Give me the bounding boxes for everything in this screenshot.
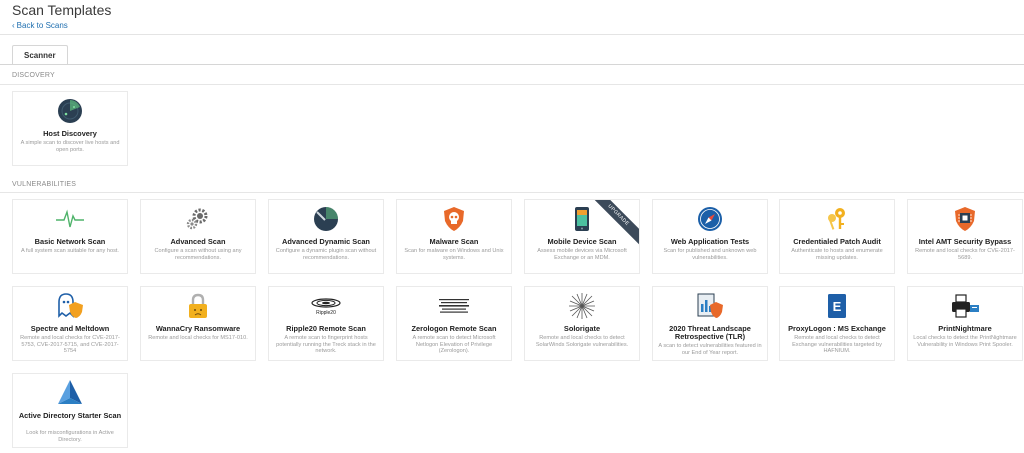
card-description: Assess mobile devices via Microsoft Exch… bbox=[537, 248, 627, 261]
section-title-vulnerabilities: VULNERABILITIES bbox=[12, 181, 77, 188]
exchange-logo-icon: E bbox=[780, 293, 894, 319]
card-title: 2020 Threat Landscape Retrospective (TLR… bbox=[669, 324, 751, 341]
card-description: Remote and local checks for MS17-010. bbox=[148, 335, 248, 341]
template-card-web-application-tests[interactable]: Web Application Tests Scan for published… bbox=[652, 199, 768, 274]
section-divider-vulnerabilities bbox=[0, 192, 1024, 193]
report-shield-icon bbox=[653, 293, 767, 319]
card-title: ProxyLogon : MS Exchange bbox=[788, 324, 886, 333]
skull-shield-icon bbox=[397, 206, 511, 232]
ripple20-logo-text: Ripple20 bbox=[316, 310, 336, 316]
template-card-mobile-device-scan[interactable]: UPGRADE Mobile Device Scan Assess mobile… bbox=[524, 199, 640, 274]
card-title: Advanced Dynamic Scan bbox=[282, 237, 370, 246]
dynamic-radar-icon bbox=[269, 206, 383, 232]
card-description: A full system scan suitable for any host… bbox=[21, 248, 119, 254]
card-title: Basic Network Scan bbox=[34, 237, 106, 246]
card-description: Remote and local checks for CVE-2017-568… bbox=[915, 248, 1015, 261]
back-to-scans-link[interactable]: ‹ Back to Scans bbox=[12, 21, 68, 30]
card-title: Host Discovery bbox=[43, 129, 97, 138]
template-card-2020-threat-landscape-retrospective[interactable]: 2020 Threat Landscape Retrospective (TLR… bbox=[652, 286, 768, 361]
template-card-ripple20-remote-scan[interactable]: Ripple20 Ripple20 Remote Scan A remote s… bbox=[268, 286, 384, 361]
tab-bar: Scanner bbox=[12, 45, 68, 65]
card-description: Remote and local checks for CVE-2017-575… bbox=[20, 335, 120, 355]
section-title-discovery: DISCOVERY bbox=[12, 72, 55, 79]
chevron-left-icon: ‹ bbox=[12, 21, 15, 30]
card-description: Authenticate to hosts and enumerate miss… bbox=[791, 248, 883, 261]
card-description: Configure a dynamic plugin scan without … bbox=[275, 248, 377, 261]
card-description: Local checks to detect the PrintNightmar… bbox=[913, 335, 1017, 348]
card-description: Remote and local checks to detect Exchan… bbox=[792, 335, 882, 355]
card-title: Spectre and Meltdown bbox=[30, 324, 110, 333]
template-card-malware-scan[interactable]: Malware Scan Scan for malware on Windows… bbox=[396, 199, 512, 274]
card-title: Ripple20 Remote Scan bbox=[286, 324, 366, 333]
template-card-advanced-dynamic-scan[interactable]: Advanced Dynamic Scan Configure a dynami… bbox=[268, 199, 384, 274]
pulse-icon bbox=[13, 206, 127, 232]
template-card-intel-amt-security-bypass[interactable]: Intel AMT Security Bypass Remote and loc… bbox=[907, 199, 1023, 274]
gears-icon bbox=[141, 206, 255, 232]
template-card-spectre-and-meltdown[interactable]: Spectre and Meltdown Remote and local ch… bbox=[12, 286, 128, 361]
smartphone-icon bbox=[525, 206, 639, 232]
exchange-logo-letter: E bbox=[833, 299, 842, 314]
ad-triangle-icon bbox=[13, 380, 127, 406]
chip-shield-icon bbox=[908, 206, 1022, 232]
template-card-host-discovery[interactable]: Host Discovery A simple scan to discover… bbox=[12, 91, 128, 166]
card-title: WannaCry Ransomware bbox=[155, 324, 241, 333]
card-description: A scan to detect vulnerabilities feature… bbox=[658, 343, 762, 356]
zerologon-logo-icon bbox=[397, 293, 511, 319]
page-title: Scan Templates bbox=[12, 2, 112, 18]
card-title: Credentialed Patch Audit bbox=[793, 237, 881, 246]
radar-icon bbox=[13, 98, 127, 124]
card-description: Scan for published and unknown web vulne… bbox=[663, 248, 757, 261]
card-title: Web Application Tests bbox=[670, 237, 750, 246]
card-description: A remote scan to detect Microsoft Netlog… bbox=[412, 335, 496, 355]
compass-icon bbox=[653, 206, 767, 232]
starburst-icon bbox=[525, 293, 639, 319]
template-card-active-directory-starter-scan[interactable]: Active Directory Starter Scan Look for m… bbox=[12, 373, 128, 448]
template-card-basic-network-scan[interactable]: Basic Network Scan A full system scan su… bbox=[12, 199, 128, 274]
template-card-proxylogon-ms-exchange[interactable]: E ProxyLogon : MS Exchange Remote and lo… bbox=[779, 286, 895, 361]
card-description: Look for misconfigurations in Active Dir… bbox=[26, 430, 114, 443]
card-title: PrintNightmare bbox=[938, 324, 992, 333]
back-link-label: Back to Scans bbox=[16, 21, 68, 30]
card-description: Scan for malware on Windows and Unix sys… bbox=[404, 248, 504, 261]
template-card-solorigate[interactable]: Solorigate Remote and local checks to de… bbox=[524, 286, 640, 361]
card-title: Solorigate bbox=[563, 324, 601, 333]
card-title: Advanced Scan bbox=[170, 237, 226, 246]
ripple20-logo-icon: Ripple20 bbox=[269, 293, 383, 319]
keys-icon bbox=[780, 206, 894, 232]
printer-icon bbox=[908, 293, 1022, 319]
template-card-zerologon-remote-scan[interactable]: Zerologon Remote Scan A remote scan to d… bbox=[396, 286, 512, 361]
card-title: Zerologon Remote Scan bbox=[411, 324, 497, 333]
tab-divider bbox=[0, 64, 1024, 65]
tab-scanner[interactable]: Scanner bbox=[12, 45, 68, 65]
card-title: Mobile Device Scan bbox=[547, 237, 617, 246]
card-description: A remote scan to fingerprint hosts poten… bbox=[276, 335, 376, 355]
card-title: Malware Scan bbox=[429, 237, 479, 246]
card-title: Intel AMT Security Bypass bbox=[918, 237, 1012, 246]
card-title: Active Directory Starter Scan bbox=[18, 411, 122, 420]
card-description: A simple scan to discover live hosts and… bbox=[20, 140, 120, 153]
template-card-wannacry-ransomware[interactable]: WannaCry Ransomware Remote and local che… bbox=[140, 286, 256, 361]
template-card-advanced-scan[interactable]: Advanced Scan Configure a scan without u… bbox=[140, 199, 256, 274]
card-description: Remote and local checks to detect SolarW… bbox=[535, 335, 629, 348]
section-divider-discovery bbox=[0, 84, 1024, 85]
card-description: Configure a scan without using any recom… bbox=[154, 248, 242, 261]
ghost-shield-icon bbox=[13, 293, 127, 319]
padlock-icon bbox=[141, 293, 255, 319]
header-divider bbox=[0, 34, 1024, 35]
template-card-credentialed-patch-audit[interactable]: Credentialed Patch Audit Authenticate to… bbox=[779, 199, 895, 274]
template-card-printnightmare[interactable]: PrintNightmare Local checks to detect th… bbox=[907, 286, 1023, 361]
